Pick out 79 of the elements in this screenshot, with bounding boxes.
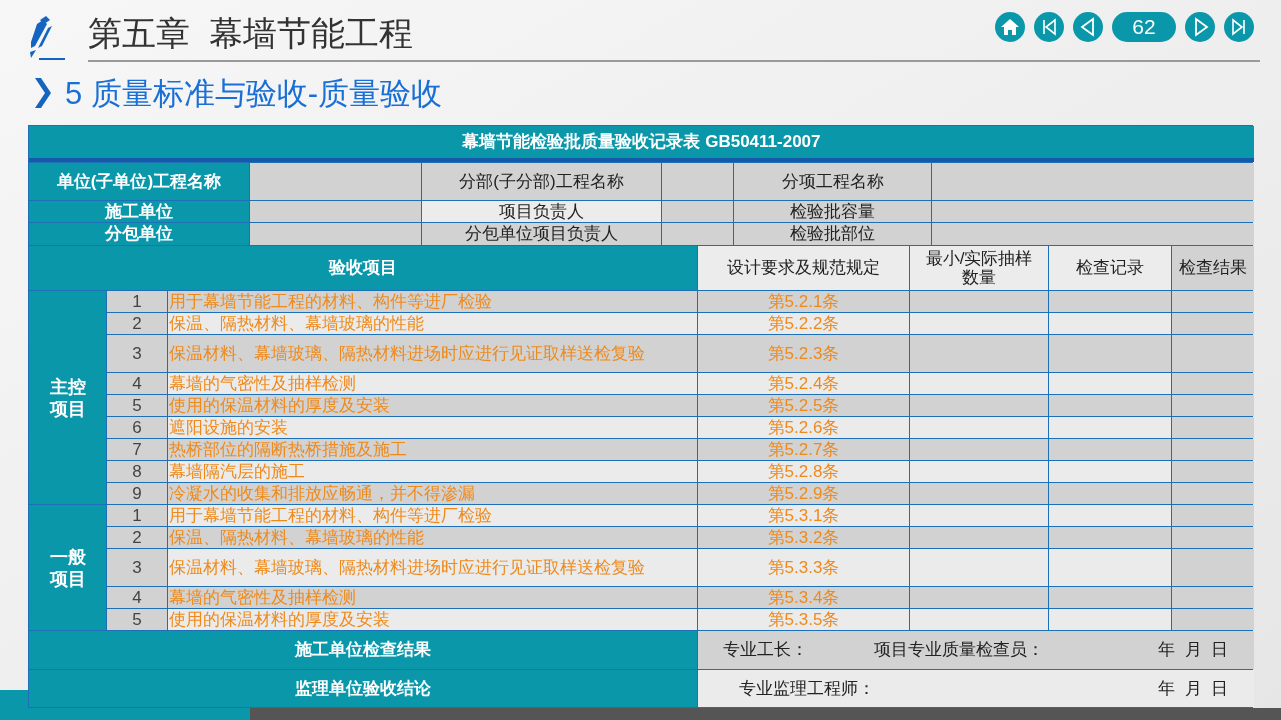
item-text: 用于幕墙节能工程的材料、构件等进厂检验: [168, 505, 697, 526]
row-number: 5: [107, 395, 167, 416]
field-label: 项目负责人: [422, 201, 661, 222]
spec-cell: 第5.3.2条: [698, 527, 909, 548]
spec-cell: 第5.2.8条: [698, 461, 909, 482]
field-label: 分项工程名称: [734, 163, 931, 200]
column-header: 验收项目: [29, 246, 697, 290]
signature-label: 项目专业质量检查员：: [874, 640, 1044, 660]
field-label: 分部(子分部)工程名称: [422, 163, 661, 200]
item-text: 使用的保温材料的厚度及安装: [168, 395, 697, 416]
field-label: 分包单位项目负责人: [422, 223, 661, 245]
row-label: 监理单位验收结论: [29, 670, 697, 707]
last-page-icon[interactable]: [1224, 12, 1254, 42]
field-label: 检验批容量: [734, 201, 931, 222]
spec-cell: 第5.2.7条: [698, 439, 909, 460]
item-text: 幕墙的气密性及抽样检测: [168, 587, 697, 608]
row-label: 施工单位检查结果: [29, 631, 697, 669]
spec-cell: 第5.3.4条: [698, 587, 909, 608]
value-cell: [662, 163, 733, 200]
spec-cell: 第5.2.5条: [698, 395, 909, 416]
item-text: 保温材料、幕墙玻璃、隔热材料进场时应进行见证取样送检复验: [168, 549, 697, 586]
spec-cell: 第5.3.3条: [698, 549, 909, 586]
group-label: 主控项目: [48, 375, 87, 420]
item-text: 幕墙的气密性及抽样检测: [168, 373, 697, 394]
column-header: 检查记录: [1049, 246, 1171, 290]
item-text: 遮阳设施的安装: [168, 417, 697, 438]
column-header: 设计要求及规范规定: [698, 246, 909, 290]
row-number: 6: [107, 417, 167, 438]
first-page-icon[interactable]: [1034, 12, 1064, 42]
group-label: 一般项目: [48, 545, 87, 590]
item-text: 用于幕墙节能工程的材料、构件等进厂检验: [168, 291, 697, 312]
spec-cell: 第5.2.9条: [698, 483, 909, 504]
field-label: 单位(子单位)工程名称: [29, 163, 249, 200]
next-icon[interactable]: [1185, 12, 1215, 42]
row-number: 7: [107, 439, 167, 460]
spec-cell: 第5.2.1条: [698, 291, 909, 312]
field-label: 施工单位: [29, 201, 249, 222]
signature-label: 专业工长：: [723, 640, 808, 660]
column-header: 检查结果: [1172, 246, 1254, 290]
row-number: 2: [107, 527, 167, 548]
spec-cell: 第5.3.1条: [698, 505, 909, 526]
page-number: 62: [1112, 12, 1176, 42]
section-title: 5 质量标准与验收-质量验收: [65, 77, 443, 109]
value-cell: [662, 201, 733, 222]
row-number: 3: [107, 335, 167, 372]
value-cell: [662, 223, 733, 245]
spec-cell: 第5.2.3条: [698, 335, 909, 372]
row-number: 5: [107, 609, 167, 630]
row-number: 8: [107, 461, 167, 482]
item-text: 热桥部位的隔断热桥措施及施工: [168, 439, 697, 460]
date-label: 年 月 日: [1158, 640, 1228, 660]
row-number: 9: [107, 483, 167, 504]
column-header: 最小/实际抽样数量: [910, 246, 1048, 290]
spec-cell: 第5.2.4条: [698, 373, 909, 394]
spec-cell: 第5.2.2条: [698, 313, 909, 334]
row-number: 1: [107, 505, 167, 526]
field-label: 检验批部位: [734, 223, 931, 245]
field-label: 分包单位: [29, 223, 249, 245]
signature-label: 专业监理工程师：: [739, 678, 875, 699]
chevron-icon: [35, 78, 51, 108]
item-text: 幕墙隔汽层的施工: [168, 461, 697, 482]
item-text: 使用的保温材料的厚度及安装: [168, 609, 697, 630]
date-label: 年 月 日: [1158, 678, 1228, 699]
item-text: 冷凝水的收集和排放应畅通，并不得渗漏: [168, 483, 697, 504]
spec-cell: 第5.2.6条: [698, 417, 909, 438]
item-text: 保温、隔热材料、幕墙玻璃的性能: [168, 527, 697, 548]
row-number: 2: [107, 313, 167, 334]
item-text: 保温材料、幕墙玻璃、隔热材料进场时应进行见证取样送检复验: [168, 335, 697, 372]
row-number: 4: [107, 373, 167, 394]
item-text: 保温、隔热材料、幕墙玻璃的性能: [168, 313, 697, 334]
home-icon[interactable]: [995, 12, 1025, 42]
table-title: 幕墙节能检验批质量验收记录表 GB50411-2007: [29, 126, 1254, 162]
row-number: 3: [107, 549, 167, 586]
chapter-title: 第五章 幕墙节能工程: [88, 16, 413, 50]
previous-icon[interactable]: [1073, 12, 1103, 42]
spec-cell: 第5.3.5条: [698, 609, 909, 630]
row-number: 4: [107, 587, 167, 608]
row-number: 1: [107, 291, 167, 312]
pencil-icon: [28, 14, 66, 62]
